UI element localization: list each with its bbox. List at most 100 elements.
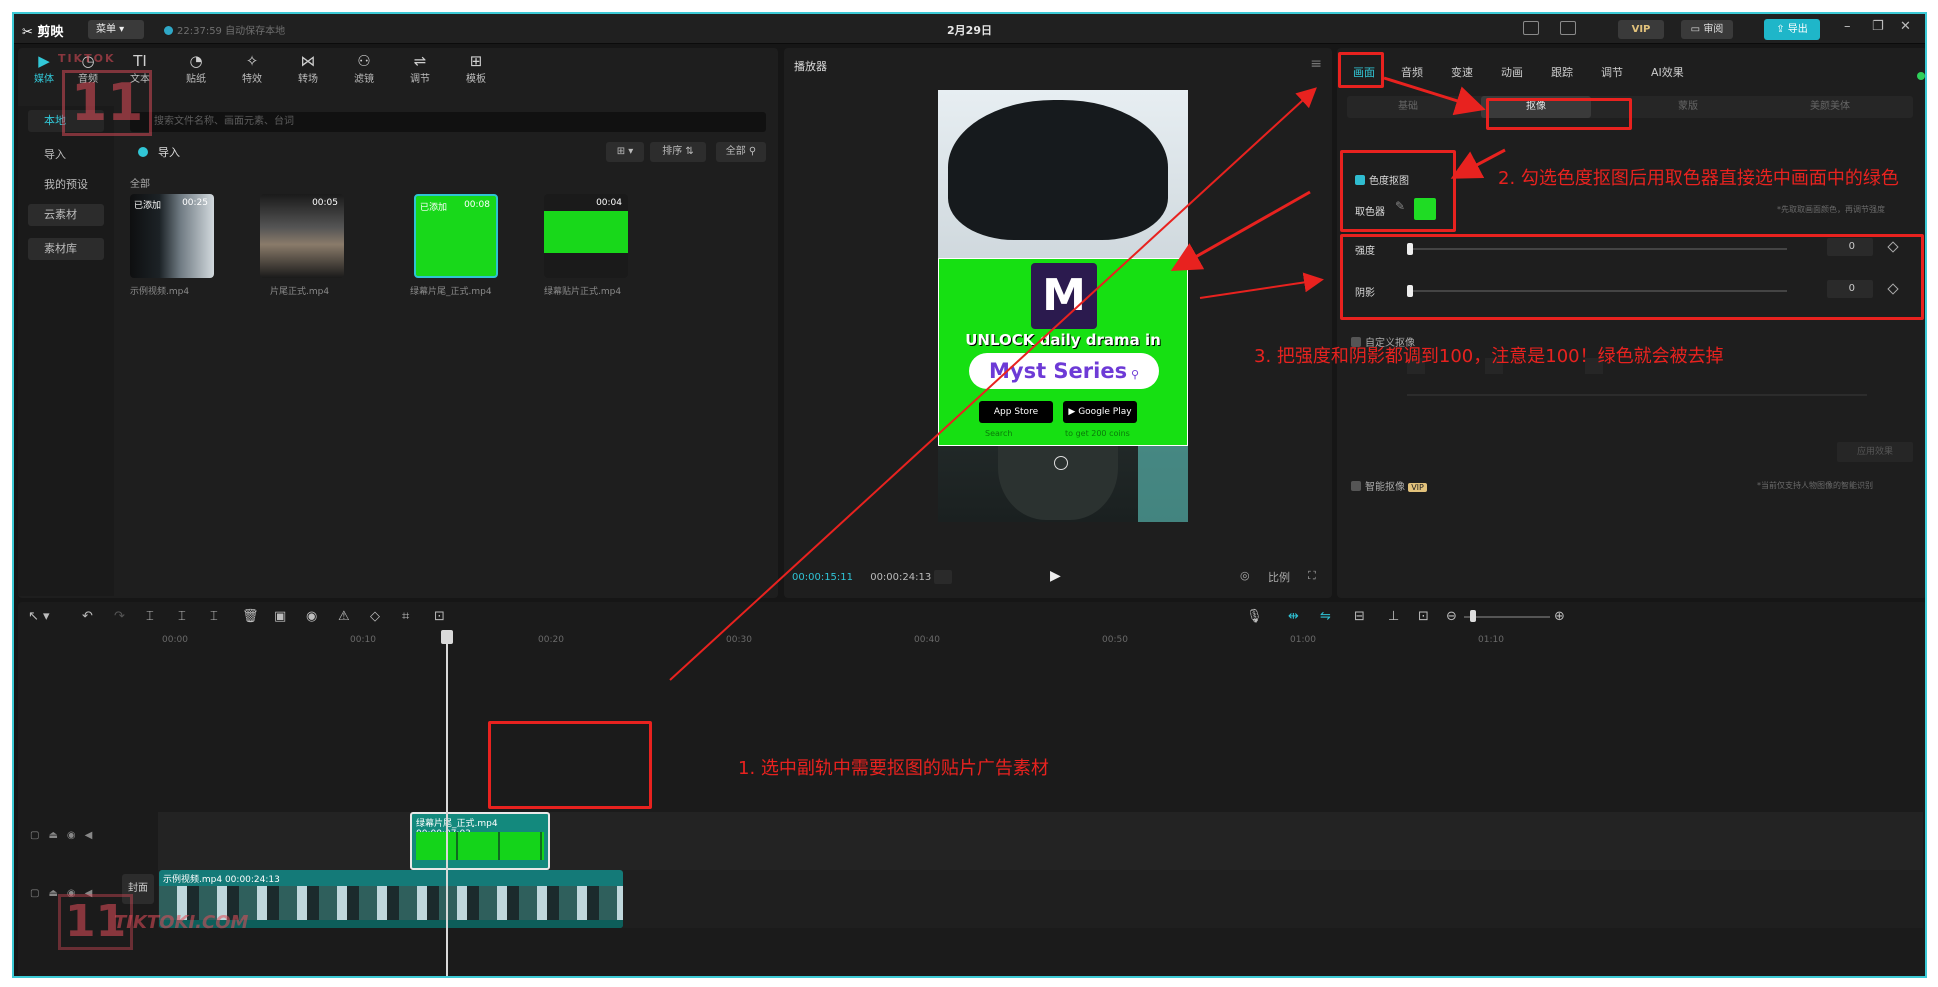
mirror-icon[interactable]: ⚠ [338,609,350,624]
text-icon: TI [133,52,147,70]
media-item[interactable]: 已添加 00:25 [130,194,214,278]
tool-transition[interactable]: ⋈ 转场 [286,52,330,85]
ad-coins-hint: to get 200 coins [1065,429,1130,438]
shadow-label: 阴影 [1355,288,1375,299]
preview-axis-icon[interactable]: ⊟ [1354,609,1365,624]
rotate-icon[interactable]: ◇ [370,609,380,624]
close-button[interactable]: ✕ [1900,19,1911,34]
intensity-slider-handle[interactable] [1407,243,1413,255]
zoom-slider-handle[interactable] [1470,610,1476,622]
sort-button[interactable]: 排序 ⇅ [650,142,706,162]
redo-icon[interactable]: ↷ [114,609,125,624]
tool-template[interactable]: ⊞ 模板 [454,52,498,85]
center-icon[interactable]: ⊥ [1388,609,1399,624]
tool-sticker[interactable]: ◔ 贴纸 [174,52,218,85]
ratio-button[interactable]: 比例 [1268,569,1290,585]
intensity-value-input[interactable]: 0 [1827,238,1873,256]
player-menu-icon[interactable]: ≡ [1310,56,1322,72]
tab-adjust[interactable]: 调节 [1601,64,1623,80]
eyedropper-icon[interactable]: ✎ [1395,199,1405,213]
shadow-slider[interactable] [1407,290,1787,292]
layout-icon[interactable] [1560,21,1576,35]
chroma-key-checkbox[interactable]: 色度抠图 [1355,172,1409,187]
filter-button[interactable]: 全部 ⚲ [716,142,766,162]
zoom-out-icon[interactable]: ⊖ [1446,609,1457,624]
snap-icon[interactable]: ⇹ [1288,609,1299,624]
tab-animation[interactable]: 动画 [1501,64,1523,80]
split-left-icon[interactable]: ⌶ [178,609,186,624]
media-item[interactable]: 00:04 [544,194,628,278]
subtab-mask[interactable]: 蒙版 [1633,96,1743,118]
split-icon[interactable]: ⌶ [146,609,154,624]
keyframe-icon[interactable] [1887,283,1899,295]
cover-image-icon[interactable]: ⊡ [434,609,445,624]
player-timecode: 00:00:15:11 00:00:24:13 [792,572,932,583]
play-button[interactable]: ▶ [1050,568,1061,584]
inspector-panel: 画面 音频 变速 动画 跟踪 调节 AI效果 基础 抠像 蒙版 美颜美体 色度抠… [1337,48,1925,598]
delete-icon[interactable]: 🗑 [242,609,259,624]
tab-audio[interactable]: 音频 [1401,64,1423,80]
tool-filter[interactable]: ⚇ 滤镜 [342,52,386,85]
playhead[interactable] [441,630,453,976]
microphone-icon[interactable]: 🎙 [1246,609,1263,624]
subtab-basic[interactable]: 基础 [1353,96,1463,118]
keyframe-icon[interactable] [1887,241,1899,253]
rotate-handle-icon[interactable] [1054,456,1068,470]
timecode-toggle[interactable] [934,570,952,584]
snapshot-icon[interactable]: ◎ [1240,569,1250,582]
export-button[interactable]: ⇪ 导出 [1764,19,1820,40]
green-screen-ad-overlay[interactable]: M UNLOCK daily drama in Myst Series ⚲ Ap… [938,258,1188,446]
review-icon: ▭ [1690,24,1704,35]
video-preview[interactable]: M UNLOCK daily drama in Myst Series ⚲ Ap… [938,90,1188,522]
sidebar-item-import[interactable]: 导入 [28,144,104,166]
timeline-ruler[interactable]: 00:00 00:10 00:20 00:30 00:40 00:50 01:0… [158,635,1918,651]
minimize-button[interactable]: – [1844,19,1851,34]
subtitle-icon[interactable]: ⊡ [1418,609,1429,624]
reverse-icon[interactable]: ◉ [306,609,317,624]
undo-icon[interactable]: ↶ [82,609,93,624]
view-toggle-button[interactable]: ⊞ ▾ [606,142,644,162]
playhead-handle[interactable] [441,630,453,644]
freeze-icon[interactable]: ▣ [274,609,286,624]
media-search-input[interactable]: 搜索文件名称、画面元素、台词 [130,112,766,132]
annotation-step1: 1. 选中副轨中需要抠图的贴片广告素材 [738,758,1049,779]
review-button[interactable]: ▭ 审阅 [1681,20,1733,39]
tool-adjust[interactable]: ⇌ 调节 [398,52,442,85]
template-icon: ⊞ [469,52,483,70]
tab-speed[interactable]: 变速 [1451,64,1473,80]
overlay-clip[interactable]: 绿幕片尾_正式.mp4 00:00:07:03 [410,812,550,870]
smart-matting-checkbox[interactable]: 智能抠像 VIP [1351,478,1427,493]
ad-brand: Myst Series ⚲ [969,353,1159,389]
sidebar-item-my-presets[interactable]: 我的预设 [28,174,104,196]
subtab-beauty[interactable]: 美颜美体 [1775,96,1885,118]
watermark-logo: 11 [62,70,153,136]
checkbox-unchecked-icon [1351,481,1361,491]
maximize-button[interactable]: ❐ [1872,19,1884,34]
picked-color-swatch[interactable] [1414,198,1436,220]
media-import-button[interactable]: 导入 [138,144,180,160]
media-item[interactable]: 已添加 00:08 [414,194,498,278]
zoom-slider[interactable] [1464,616,1550,618]
tab-tracking[interactable]: 跟踪 [1551,64,1573,80]
vip-badge[interactable]: VIP [1618,20,1664,39]
subtab-matting[interactable]: 抠像 [1481,96,1591,118]
brush-size-slider [1407,394,1867,396]
select-tool-icon[interactable]: ↖ ▾ [28,609,50,624]
media-item[interactable]: 00:05 [260,194,344,278]
tab-picture[interactable]: 画面 [1353,64,1375,80]
intensity-slider[interactable] [1407,248,1787,250]
fullscreen-icon[interactable]: ⛶ [1308,569,1316,583]
split-right-icon[interactable]: ⌶ [210,609,218,624]
keyboard-icon[interactable] [1523,21,1539,35]
crop-icon[interactable]: ⌗ [402,609,409,624]
media-item-name: 绿幕贴片正式.mp4 [544,287,622,297]
shadow-value-input[interactable]: 0 [1827,280,1873,298]
sidebar-item-library[interactable]: 素材库 [28,238,104,260]
overlay-track-controls[interactable]: ▢⏏◉◀ [30,830,101,841]
link-icon[interactable]: ⇋ [1320,609,1331,624]
tab-ai-effects[interactable]: AI效果 [1651,64,1684,80]
zoom-in-icon[interactable]: ⊕ [1554,609,1565,624]
shadow-slider-handle[interactable] [1407,285,1413,297]
sidebar-item-cloud[interactable]: 云素材 [28,204,104,226]
tool-effects[interactable]: ✧ 特效 [230,52,274,85]
